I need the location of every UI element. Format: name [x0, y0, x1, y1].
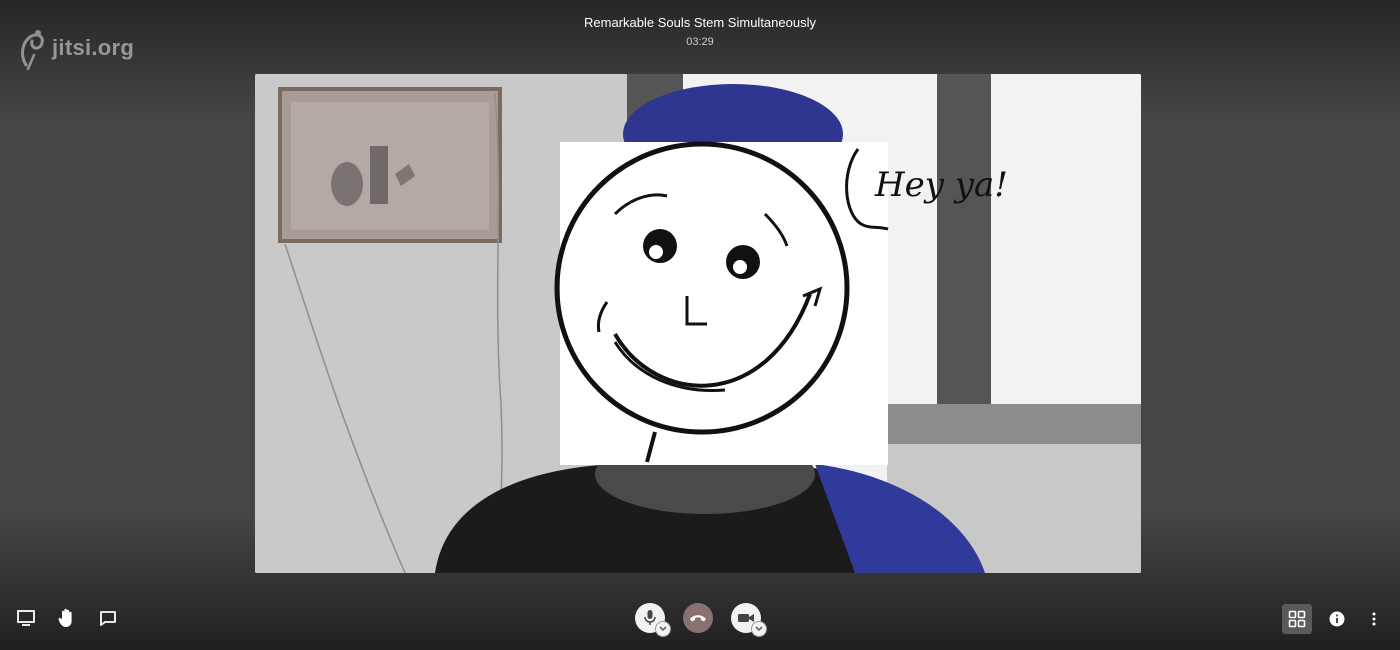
- drawing-caption: Hey ya!: [874, 165, 1008, 205]
- info-button[interactable]: [1325, 605, 1349, 633]
- video-frame: Hey ya!: [255, 74, 1141, 573]
- chat-bubble-icon: [100, 611, 116, 626]
- video-camera-icon: [738, 614, 754, 622]
- grid-icon: [1288, 610, 1306, 628]
- phone-hangup-icon: [690, 615, 706, 622]
- toolbar-center: [635, 603, 767, 637]
- microphone-button[interactable]: [635, 603, 671, 637]
- meeting-header: Remarkable Souls Stem Simultaneously 03:…: [0, 15, 1400, 48]
- camera-button[interactable]: [731, 603, 767, 637]
- chevron-down-icon: [755, 626, 763, 632]
- more-vertical-icon: [1372, 612, 1376, 626]
- raise-hand-button[interactable]: [55, 604, 79, 632]
- chevron-down-icon: [659, 626, 667, 632]
- more-button[interactable]: [1362, 605, 1386, 633]
- meeting-timer: 03:29: [686, 36, 714, 48]
- toolbar-right: [1282, 604, 1386, 634]
- microphone-icon: [644, 610, 656, 625]
- desktop-icon: [17, 610, 35, 626]
- tile-view-button[interactable]: [1282, 604, 1312, 634]
- hand-icon: [58, 608, 72, 627]
- toolbar-left: [14, 604, 120, 632]
- screen-share-button[interactable]: [14, 604, 38, 632]
- participant-video[interactable]: Hey ya!: [255, 74, 1141, 573]
- chat-button[interactable]: [96, 604, 120, 632]
- meeting-title: Remarkable Souls Stem Simultaneously: [584, 15, 816, 30]
- microphone-options-button[interactable]: [655, 621, 671, 637]
- hangup-button[interactable]: [683, 603, 713, 633]
- info-icon: [1329, 611, 1345, 627]
- camera-options-button[interactable]: [751, 621, 767, 637]
